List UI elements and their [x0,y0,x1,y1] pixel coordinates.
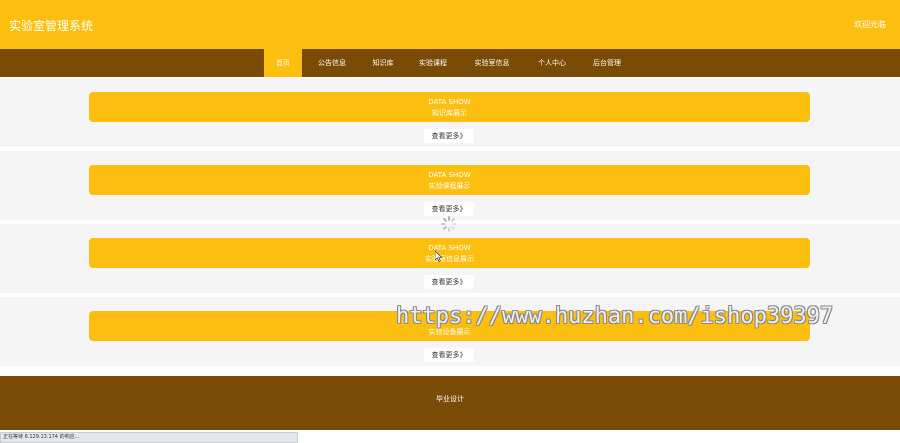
view-more-button[interactable]: 查看更多》 [424,202,474,216]
section-banner: DATA SHOW 实验课程展示 [89,165,810,195]
nav-lab-courses[interactable]: 实验课程 [411,49,455,77]
view-more-button[interactable]: 查看更多》 [424,275,474,289]
view-more-button[interactable]: 查看更多》 [424,129,474,143]
site-header: 实验室管理系统 欢迎光临 [0,0,900,49]
view-more-button[interactable]: 查看更多》 [424,348,474,362]
mouse-cursor-icon [435,251,443,262]
watermark-text: https://www.huzhan.com/ishop39397 [396,304,834,329]
main-nav: 首页 公告信息 知识库 实验课程 实验室信息 个人中心 后台管理 [0,49,900,77]
nav-personal-center[interactable]: 个人中心 [528,49,576,77]
nav-knowledge-base[interactable]: 知识库 [363,49,403,77]
welcome-text: 欢迎光临 [854,20,886,29]
banner-title: DATA SHOW [428,171,471,179]
nav-lab-info[interactable]: 实验室信息 [464,49,520,77]
section-banner: DATA SHOW 实验室信息展示 [89,238,810,268]
nav-announcements[interactable]: 公告信息 [310,49,354,77]
section-banner: DATA SHOW 知识库展示 [89,92,810,122]
site-title[interactable]: 实验室管理系统 [9,17,93,34]
banner-subtitle: 实验室信息展示 [425,255,474,263]
nav-home[interactable]: 首页 [264,49,302,77]
section-courses: DATA SHOW 实验课程展示 查看更多》 [0,151,900,220]
banner-title: DATA SHOW [428,244,471,252]
section-knowledge: DATA SHOW 知识库展示 查看更多》 [0,78,900,147]
section-lab-info: DATA SHOW 实验室信息展示 查看更多》 [0,224,900,293]
footer-text: 毕业设计 [436,395,464,403]
site-footer: 毕业设计 [0,376,900,430]
browser-status-bar: 正在等待 8.129.13.174 的响应... [0,432,298,443]
nav-admin[interactable]: 后台管理 [584,49,630,77]
banner-subtitle: 知识库展示 [432,109,467,117]
banner-subtitle: 实验课程展示 [428,182,471,190]
loading-spinner-icon [441,216,457,232]
banner-title: DATA SHOW [428,98,471,106]
